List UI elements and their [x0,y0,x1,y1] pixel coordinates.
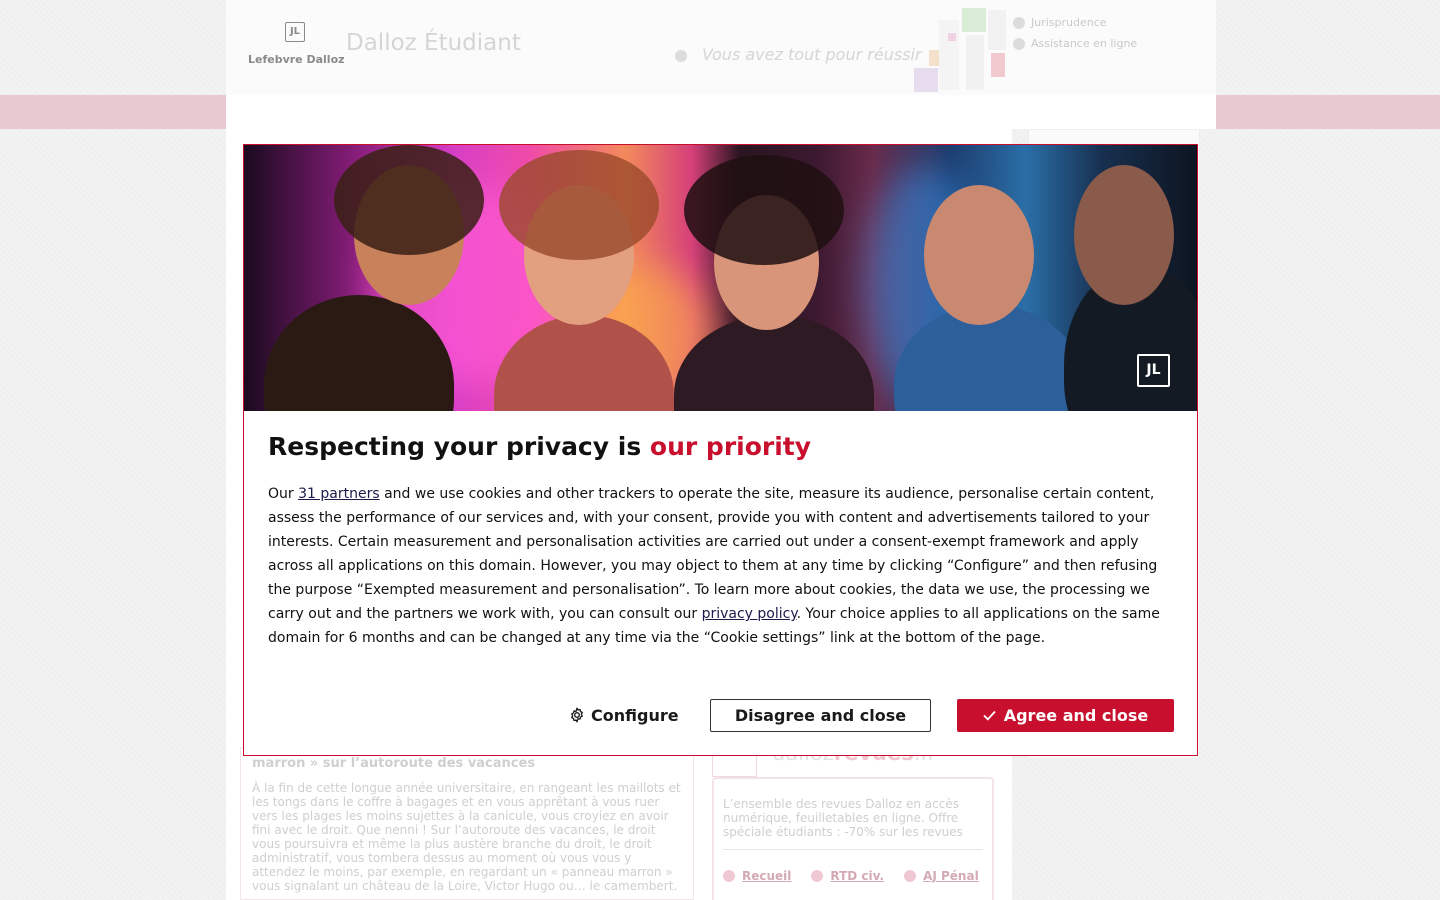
configure-button[interactable]: Configure [569,699,679,731]
dialog-title-accent: our priority [649,432,812,461]
header-link-label: Assistance en ligne [1031,37,1138,50]
brand-name: Lefebvre Dalloz [248,53,345,66]
tagline-bullet-icon [675,50,687,62]
article-title[interactable]: marron » sur l’autoroute des vacances [252,756,682,772]
arrow-circle-icon [1013,16,1025,29]
site-header: JL Lefebvre Dalloz Dalloz Étudiant Vous … [226,0,1216,95]
dialog-title: Respecting your privacy is our priority [268,432,812,461]
revues-description: L’ensemble des revues Dalloz en accès nu… [723,797,963,839]
dialog-body-text: Our 31 partners and we use cookies and o… [268,486,1160,646]
header-link-label: Jurisprudence [1031,16,1107,29]
site-title[interactable]: Dalloz Étudiant [346,30,521,56]
revues-link-aj-penal[interactable]: AJ Pénal [904,869,979,883]
site-nav-bar [226,95,1216,129]
agree-and-close-button[interactable]: Agree and close [957,699,1174,732]
hero-image: JL [244,145,1197,411]
arrow-circle-icon [904,870,917,882]
revues-links: Recueil RTD civ. AJ Pénal [723,869,983,883]
header-link-jurisprudence[interactable]: Jurisprudence [1013,16,1137,29]
article-card[interactable]: marron » sur l’autoroute des vacances À … [240,747,694,900]
header-link-assistance[interactable]: Assistance en ligne [1013,37,1137,50]
arrow-circle-icon [723,870,735,882]
partners-link[interactable]: 31 partners [298,486,380,502]
header-links: Jurisprudence Assistance en ligne [1013,16,1137,58]
cookie-consent-dialog: JL Respecting your privacy is our priori… [243,144,1198,756]
arrow-circle-icon [811,870,824,882]
lefebvre-dalloz-logo-icon: JL [1137,354,1170,387]
site-tagline: Vous avez tout pour réussir [702,45,922,64]
privacy-policy-link[interactable]: privacy policy [702,606,797,622]
gear-icon [571,707,583,723]
brand-logo-mark: JL [285,22,305,42]
check-icon [983,710,996,721]
revues-box: L’ensemble des revues Dalloz en accès nu… [712,777,994,900]
arrow-circle-icon [1013,37,1025,50]
revues-promo: dallozrevues.fr L’ensemble des revues Da… [712,741,994,900]
divider [723,849,983,850]
disagree-and-close-button[interactable]: Disagree and close [710,699,931,732]
brand-logo[interactable]: JL Lefebvre Dalloz [248,22,345,66]
article-excerpt: À la fin de cette longue année universit… [252,781,681,893]
revues-link-recueil[interactable]: Recueil [723,869,791,883]
revues-link-rtd-civ[interactable]: RTD civ. [811,869,884,883]
